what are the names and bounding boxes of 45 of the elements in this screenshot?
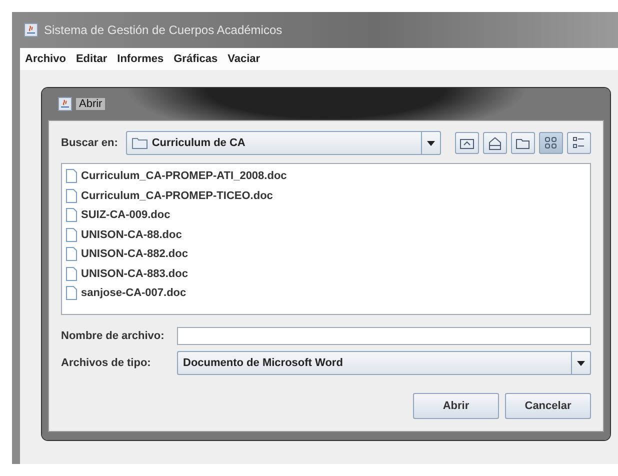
look-in-dropdown[interactable]: Curriculum de CA (126, 131, 441, 155)
open-button[interactable]: Abrir (413, 393, 499, 419)
document-icon (66, 228, 77, 242)
menu-item[interactable]: Editar (76, 53, 108, 65)
caret-icon (427, 140, 435, 146)
toolbar-button[interactable] (455, 132, 479, 154)
caret-icon (577, 360, 585, 366)
document-icon (66, 286, 77, 300)
window-title: Sistema de Gestión de Cuerpos Académicos (44, 23, 282, 37)
file-type-dropdown[interactable]: Documento de Microsoft Word (177, 351, 591, 375)
menu-item[interactable]: Archivo (25, 53, 66, 65)
folder-name: Curriculum de CA (152, 137, 246, 149)
dialog-icon (58, 97, 72, 111)
menu-item[interactable]: Informes (117, 53, 164, 65)
menu-item[interactable]: Vaciar (228, 53, 260, 65)
toolbar-button[interactable] (511, 132, 535, 154)
home-icon (489, 136, 501, 150)
list-view-icon (545, 137, 557, 149)
document-icon (66, 266, 77, 281)
toolbar-button[interactable] (539, 132, 563, 154)
file-name-field[interactable] (177, 327, 591, 345)
document-icon (66, 188, 77, 203)
cancel-button[interactable]: Cancelar (505, 393, 591, 419)
details-view-icon (573, 137, 585, 149)
folder-icon (132, 137, 148, 149)
document-icon (66, 169, 77, 184)
file-item[interactable]: UNISON-CA-88.doc (81, 228, 182, 241)
file-name-label: Nombre de archivo: (61, 330, 166, 342)
look-in-label: Buscar en: (61, 137, 118, 149)
file-item[interactable]: UNISON-CA-883.doc (81, 268, 188, 280)
app-icon (24, 23, 38, 37)
document-icon (66, 247, 77, 262)
file-item[interactable]: sanjose-CA-007.doc (81, 287, 186, 300)
file-item[interactable]: UNISON-CA-882.doc (81, 248, 188, 260)
menu-item[interactable]: Gráficas (174, 53, 218, 65)
toolbar-button[interactable] (567, 132, 591, 154)
folder-icon (516, 138, 530, 148)
folder-up-icon (460, 137, 474, 149)
file-item[interactable]: Curriculum_CA-PROMEP-ATI_2008.doc (81, 170, 287, 182)
file-item[interactable]: SUIZ-CA-009.doc (81, 209, 170, 222)
file-item[interactable]: Curriculum_CA-PROMEP-TICEO.doc (81, 190, 273, 202)
toolbar-button[interactable] (483, 132, 507, 154)
dialog-title: Abrir (76, 98, 106, 110)
document-icon (66, 208, 77, 222)
file-type-label: Archivos de tipo: (61, 357, 152, 369)
